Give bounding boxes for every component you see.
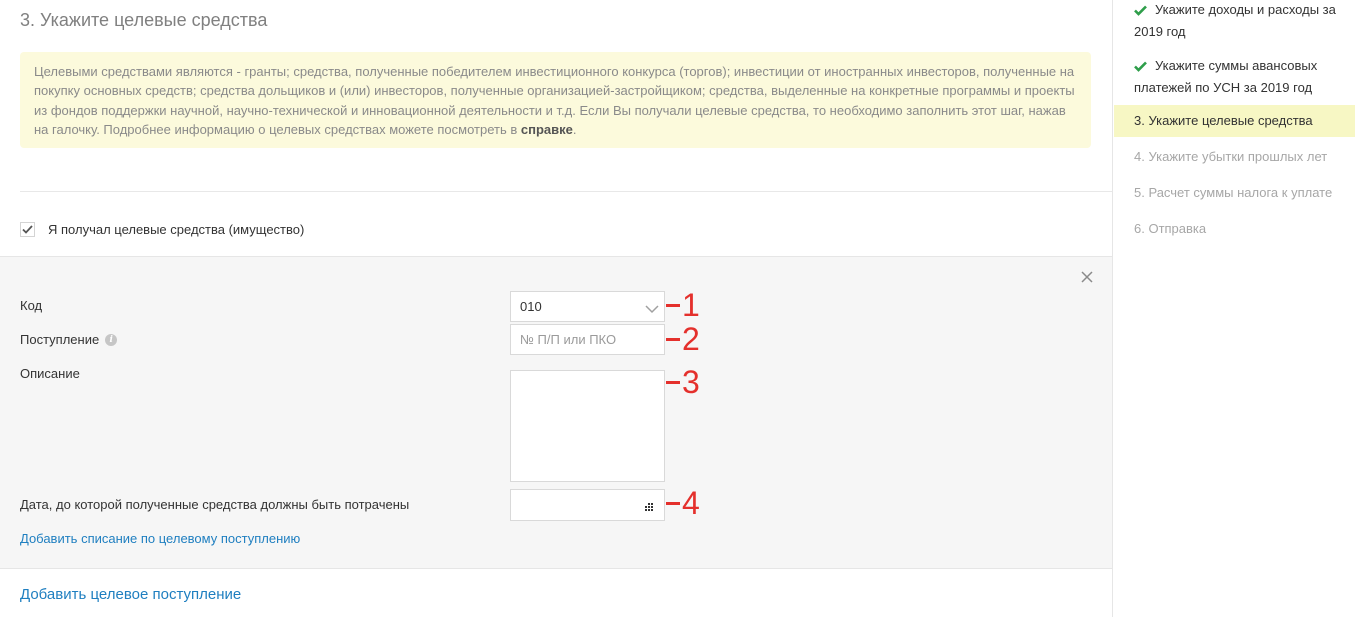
received-funds-checkbox[interactable] xyxy=(20,222,35,237)
sidebar-item-label: 3. Укажите целевые средства xyxy=(1134,113,1313,128)
annotation-marker-2: 2 xyxy=(666,321,700,358)
annotation-number: 4 xyxy=(682,485,700,521)
sidebar-item-label: 6. Отправка xyxy=(1134,221,1207,236)
info-notice: Целевыми средствами являются - гранты; с… xyxy=(20,52,1091,148)
sidebar-item-prior-losses[interactable]: 4. Укажите убытки прошлых лет xyxy=(1114,147,1355,167)
help-link[interactable]: справке xyxy=(521,122,573,137)
code-select[interactable]: 010 xyxy=(510,291,665,322)
receipt-input[interactable]: № П/П или ПКО xyxy=(510,324,665,355)
annotation-marker-4: 4 xyxy=(666,485,700,522)
close-icon[interactable] xyxy=(1080,270,1094,284)
code-label: Код xyxy=(20,298,42,313)
sidebar-item-label: 5. Расчет суммы налога к уплате xyxy=(1134,185,1333,200)
add-target-receipt-link[interactable]: Добавить целевое поступление xyxy=(20,586,241,603)
sidebar-item-label-line2: 2019 год xyxy=(1134,24,1186,39)
check-icon xyxy=(1134,2,1147,22)
date-label: Дата, до которой полученные средства дол… xyxy=(20,497,409,512)
sidebar-item-tax-calculation[interactable]: 5. Расчет суммы налога к уплате xyxy=(1114,183,1355,203)
info-text-end: . xyxy=(572,121,577,137)
annotation-number: 1 xyxy=(682,287,700,323)
main-content: 3. Укажите целевые средства Целевыми сре… xyxy=(0,0,1112,617)
receipt-placeholder: № П/П или ПКО xyxy=(520,332,617,347)
sidebar-item-target-funds[interactable]: 3. Укажите целевые средства xyxy=(1114,105,1355,137)
description-label-text: Описание xyxy=(20,366,80,381)
receipt-label: Поступление i xyxy=(20,332,118,347)
steps-sidebar: Укажите доходы и расходы за 2019 год Ука… xyxy=(1112,0,1355,617)
received-funds-checkbox-row[interactable]: Я получал целевые средства (имущество) xyxy=(20,222,304,237)
sidebar-item-label: 4. Укажите убытки прошлых лет xyxy=(1134,149,1328,164)
annotation-number: 3 xyxy=(682,364,700,400)
date-label-text: Дата, до которой полученные средства дол… xyxy=(20,497,410,512)
sidebar-item-income-expenses[interactable]: Укажите доходы и расходы за 2019 год xyxy=(1114,0,1355,42)
annotation-dash xyxy=(666,338,680,341)
divider xyxy=(20,191,1112,192)
sidebar-item-label: Укажите суммы авансовых xyxy=(1155,58,1318,73)
annotation-number: 2 xyxy=(682,321,700,357)
code-label-text: Код xyxy=(20,298,43,313)
add-writeoff-link[interactable]: Добавить списание по целевому поступлени… xyxy=(20,531,300,546)
checkmark-icon xyxy=(22,225,33,234)
annotation-marker-1: 1 xyxy=(666,287,700,324)
date-input[interactable] xyxy=(510,489,665,521)
annotation-dash xyxy=(666,304,680,307)
sidebar-item-submission[interactable]: 6. Отправка xyxy=(1114,219,1355,239)
description-textarea[interactable] xyxy=(510,370,665,482)
sidebar-item-label: Укажите доходы и расходы за xyxy=(1155,2,1336,17)
sidebar-item-label-line2: платежей по УСН за 2019 год xyxy=(1134,80,1313,95)
annotation-marker-3: 3 xyxy=(666,364,700,401)
annotation-dash xyxy=(666,502,680,505)
receipt-label-text: Поступление xyxy=(20,332,100,347)
description-label: Описание xyxy=(20,366,80,381)
sidebar-item-advance-payments[interactable]: Укажите суммы авансовых платежей по УСН … xyxy=(1114,56,1355,98)
annotation-dash xyxy=(666,381,680,384)
chevron-down-icon xyxy=(645,302,659,317)
received-funds-label: Я получал целевые средства (имущество) xyxy=(48,222,305,237)
page-title: 3. Укажите целевые средства xyxy=(20,10,268,30)
code-select-value: 010 xyxy=(520,299,542,314)
calendar-icon[interactable] xyxy=(644,500,654,515)
info-icon[interactable]: i xyxy=(105,333,118,346)
check-icon xyxy=(1134,58,1147,78)
